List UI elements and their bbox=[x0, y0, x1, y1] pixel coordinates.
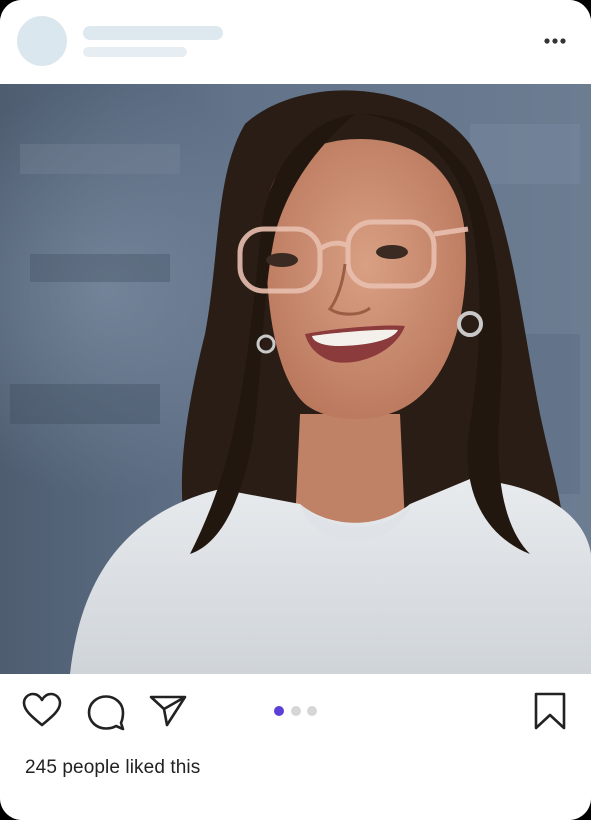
bookmark-icon bbox=[534, 692, 566, 730]
heart-icon bbox=[22, 692, 62, 727]
share-button[interactable] bbox=[149, 694, 187, 733]
more-options-button[interactable] bbox=[540, 32, 570, 50]
post-photo[interactable] bbox=[0, 84, 591, 674]
post-card: 245 people liked this bbox=[0, 0, 591, 820]
send-paper-plane-icon bbox=[149, 695, 187, 727]
comment-button[interactable] bbox=[86, 693, 126, 736]
username-placeholder[interactable] bbox=[83, 26, 223, 40]
carousel-dot-active[interactable] bbox=[274, 706, 284, 716]
comment-bubble-icon bbox=[87, 695, 125, 731]
carousel-dot[interactable] bbox=[291, 706, 301, 716]
carousel-dot[interactable] bbox=[307, 706, 317, 716]
likes-count[interactable]: 245 people liked this bbox=[25, 757, 200, 779]
avatar-placeholder[interactable] bbox=[17, 16, 67, 66]
subtitle-placeholder bbox=[83, 47, 187, 57]
like-button[interactable] bbox=[22, 692, 62, 733]
post-header bbox=[0, 0, 591, 84]
save-button[interactable] bbox=[533, 692, 567, 735]
portrait-image bbox=[0, 84, 591, 674]
more-horizontal-icon bbox=[544, 38, 566, 44]
